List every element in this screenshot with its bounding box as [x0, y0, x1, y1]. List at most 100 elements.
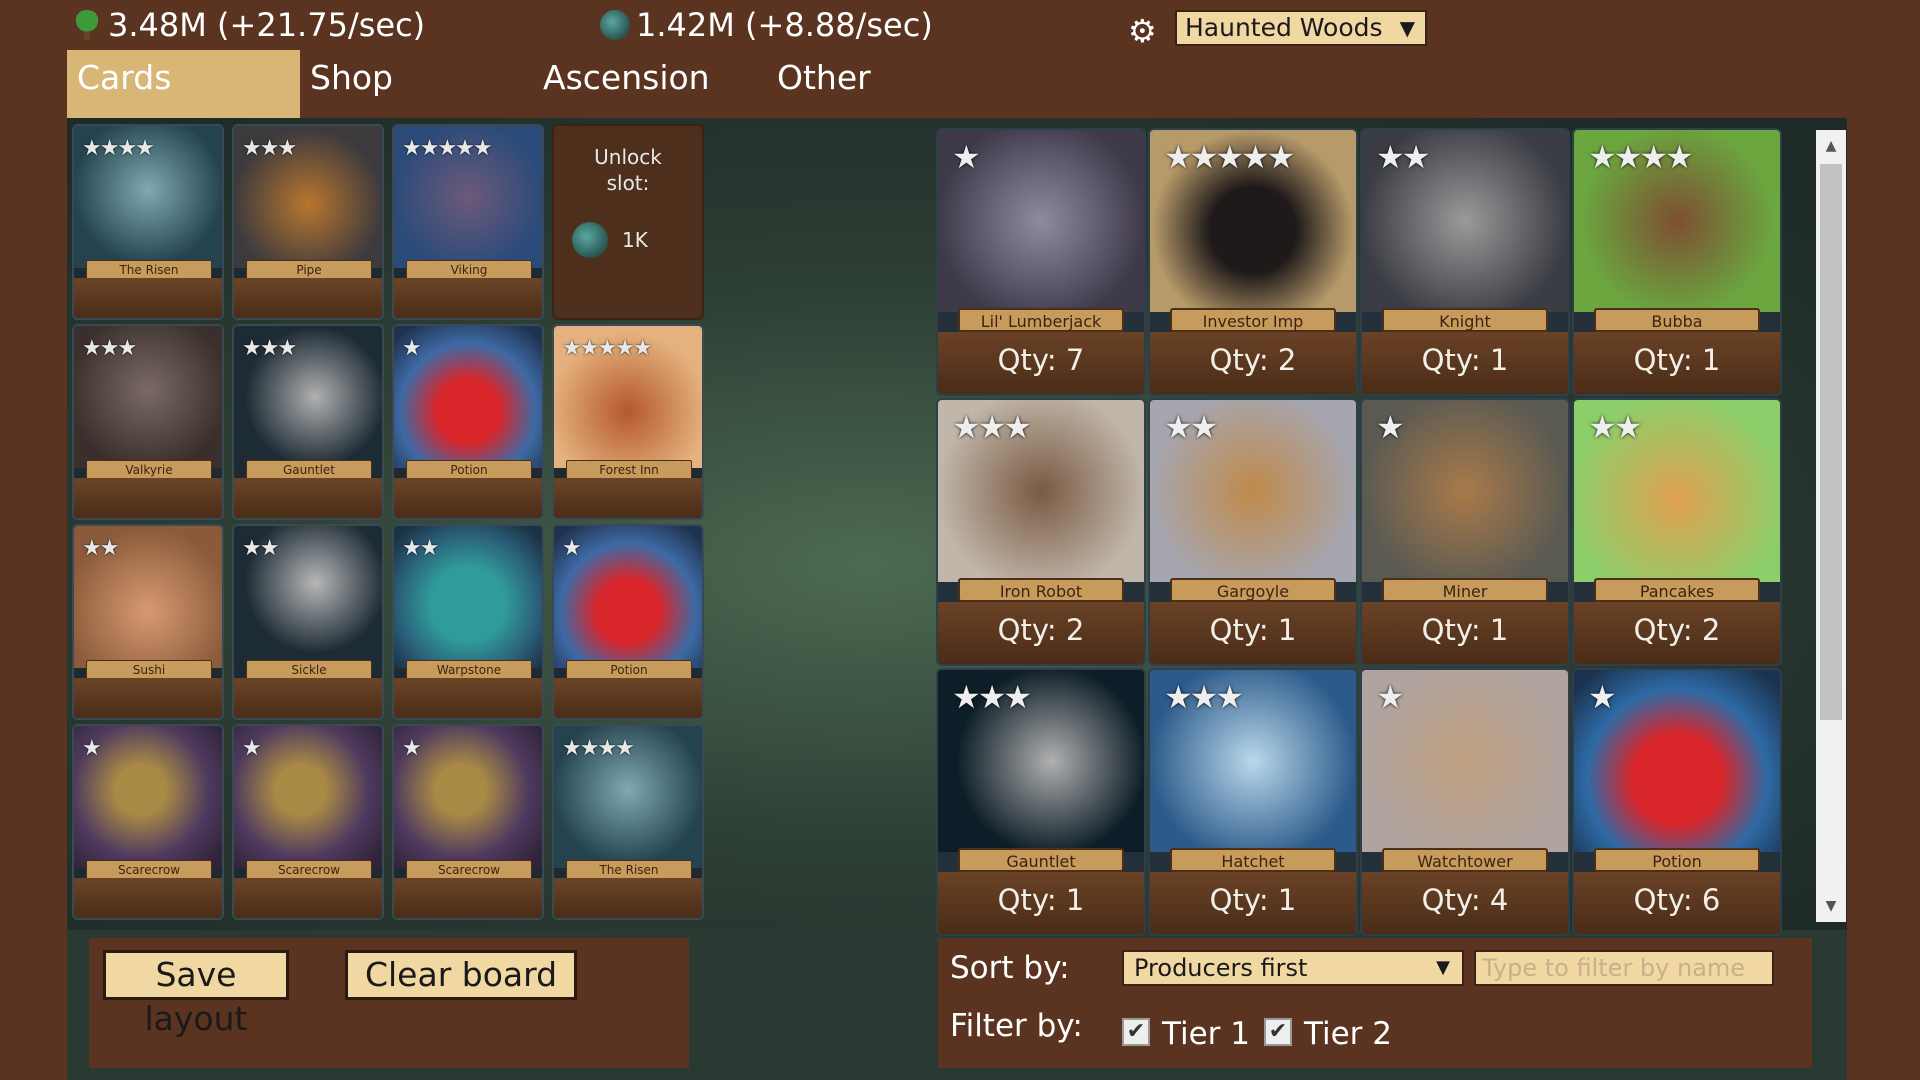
card-base	[234, 478, 382, 518]
inventory-card-investor-imp[interactable]: ★★★★★ Investor Imp Qty: 2	[1150, 130, 1356, 394]
tab-shop[interactable]: Shop	[300, 50, 500, 118]
star-rating: ★★★★★	[402, 136, 493, 161]
card-name: Warpstone	[406, 660, 532, 680]
card-quantity: Qty: 2	[938, 602, 1144, 664]
star-rating: ★	[1588, 678, 1617, 716]
card-name: The Risen	[566, 860, 692, 880]
star-rating: ★★	[1588, 408, 1642, 446]
star-rating: ★★★★	[1588, 138, 1694, 176]
board-card-valkyrie[interactable]: ★★★ Valkyrie	[74, 326, 222, 518]
inventory-card-watchtower[interactable]: ★ Watchtower Qty: 4	[1362, 670, 1568, 934]
sort-select[interactable]: Producers first ▼	[1122, 950, 1464, 986]
inventory-card-pancakes[interactable]: ★★ Pancakes Qty: 2	[1574, 400, 1780, 664]
board-card-potion[interactable]: ★ Potion	[394, 326, 542, 518]
board-actions-panel: Save layout Clear board	[89, 938, 689, 1068]
star-rating: ★★	[242, 536, 279, 561]
inventory-card-bubba[interactable]: ★★★★ Bubba Qty: 1	[1574, 130, 1780, 394]
card-quantity: Qty: 4	[1362, 872, 1568, 934]
star-rating: ★	[562, 536, 582, 561]
tab-cards[interactable]: Cards	[67, 50, 300, 118]
wood-amount: 3.48M (+21.75/sec)	[108, 6, 426, 44]
tab-other[interactable]: Other	[767, 50, 927, 118]
star-rating: ★★	[1376, 138, 1430, 176]
inventory-card-potion[interactable]: ★ Potion Qty: 6	[1574, 670, 1780, 934]
star-rating: ★	[952, 138, 981, 176]
inventory-card-iron-robot[interactable]: ★★★ Iron Robot Qty: 2	[938, 400, 1144, 664]
card-name: Miner	[1382, 578, 1548, 602]
card-base	[234, 678, 382, 718]
board-card-scarecrow[interactable]: ★ Scarecrow	[74, 726, 222, 918]
star-rating: ★★★★★	[1164, 138, 1295, 176]
inventory-card-lil-lumberjack[interactable]: ★ Lil' Lumberjack Qty: 7	[938, 130, 1144, 394]
card-name: Sushi	[86, 660, 212, 680]
inventory-card-hatchet[interactable]: ★★★ Hatchet Qty: 1	[1150, 670, 1356, 934]
board-card-gauntlet[interactable]: ★★★ Gauntlet	[234, 326, 382, 518]
stone-resource: 1.42M (+8.88/sec)	[600, 6, 933, 44]
board-card-sickle[interactable]: ★★ Sickle	[234, 526, 382, 718]
board-card-scarecrow[interactable]: ★ Scarecrow	[234, 726, 382, 918]
card-name: Gauntlet	[246, 460, 372, 480]
board-card-pipe[interactable]: ★★★ Pipe	[234, 126, 382, 318]
stone-amount: 1.42M (+8.88/sec)	[636, 6, 933, 44]
tier2-checkbox[interactable]: ✔	[1264, 1018, 1292, 1046]
inventory-card-knight[interactable]: ★★ Knight Qty: 1	[1362, 130, 1568, 394]
zone-select[interactable]: Haunted Woods ▼	[1175, 10, 1427, 46]
resource-bar: 3.48M (+21.75/sec) 1.42M (+8.88/sec) ⚙ H…	[0, 0, 1920, 52]
card-name: Potion	[406, 460, 532, 480]
card-name: Scarecrow	[246, 860, 372, 880]
star-rating: ★★	[82, 536, 119, 561]
sort-select-value: Producers first	[1134, 954, 1308, 982]
card-base	[74, 478, 222, 518]
tree-icon	[72, 10, 102, 40]
card-base	[234, 278, 382, 318]
warpstone-icon	[600, 10, 630, 40]
card-quantity: Qty: 1	[938, 872, 1144, 934]
card-name: Watchtower	[1382, 848, 1548, 872]
card-name: Iron Robot	[958, 578, 1124, 602]
inventory-scrollbar[interactable]: ▲ ▼	[1816, 130, 1846, 922]
inventory-card-gauntlet[interactable]: ★★★ Gauntlet Qty: 1	[938, 670, 1144, 934]
gear-icon[interactable]: ⚙	[1128, 12, 1157, 50]
star-rating: ★	[402, 736, 422, 761]
card-base	[394, 478, 542, 518]
star-rating: ★	[1376, 678, 1405, 716]
board-card-warpstone[interactable]: ★★ Warpstone	[394, 526, 542, 718]
unlock-cost: 1K	[572, 222, 648, 258]
unlock-slot[interactable]: Unlock slot: 1K	[554, 126, 702, 318]
board-card-sushi[interactable]: ★★ Sushi	[74, 526, 222, 718]
board-card-forest-inn[interactable]: ★★★★★ Forest Inn	[554, 326, 702, 518]
tier1-checkbox[interactable]: ✔	[1122, 1018, 1150, 1046]
board-card-the-risen[interactable]: ★★★★ The Risen	[74, 126, 222, 318]
card-name: Potion	[1594, 848, 1760, 872]
star-rating: ★	[402, 336, 422, 361]
caret-down-icon: ▼	[1436, 957, 1450, 978]
name-filter-input[interactable]: Type to filter by name	[1474, 950, 1774, 986]
save-layout-button[interactable]: Save layout	[103, 950, 289, 1038]
card-name: Pipe	[246, 260, 372, 280]
card-name: Bubba	[1594, 308, 1760, 332]
warpstone-icon	[572, 222, 608, 258]
card-base	[554, 678, 702, 718]
scroll-down-icon[interactable]: ▼	[1816, 898, 1846, 914]
card-base	[74, 878, 222, 918]
tier1-label: Tier 1	[1162, 1016, 1250, 1052]
card-name: Hatchet	[1170, 848, 1336, 872]
board-card-potion[interactable]: ★ Potion	[554, 526, 702, 718]
card-quantity: Qty: 1	[1150, 872, 1356, 934]
card-name: Investor Imp	[1170, 308, 1336, 332]
board-card-scarecrow[interactable]: ★ Scarecrow	[394, 726, 542, 918]
card-name: Viking	[406, 260, 532, 280]
scroll-up-icon[interactable]: ▲	[1816, 138, 1846, 154]
star-rating: ★★★	[82, 336, 137, 361]
scroll-thumb[interactable]	[1820, 164, 1842, 720]
card-quantity: Qty: 2	[1150, 332, 1356, 394]
inventory-card-gargoyle[interactable]: ★★ Gargoyle Qty: 1	[1150, 400, 1356, 664]
board-card-the-risen[interactable]: ★★★★ The Risen	[554, 726, 702, 918]
star-rating: ★★	[402, 536, 439, 561]
clear-board-button[interactable]: Clear board	[345, 950, 577, 1000]
card-base	[394, 278, 542, 318]
tier2-label: Tier 2	[1304, 1016, 1392, 1052]
tab-ascension[interactable]: Ascension	[533, 50, 733, 118]
board-card-viking[interactable]: ★★★★★ Viking	[394, 126, 542, 318]
inventory-card-miner[interactable]: ★ Miner Qty: 1	[1362, 400, 1568, 664]
